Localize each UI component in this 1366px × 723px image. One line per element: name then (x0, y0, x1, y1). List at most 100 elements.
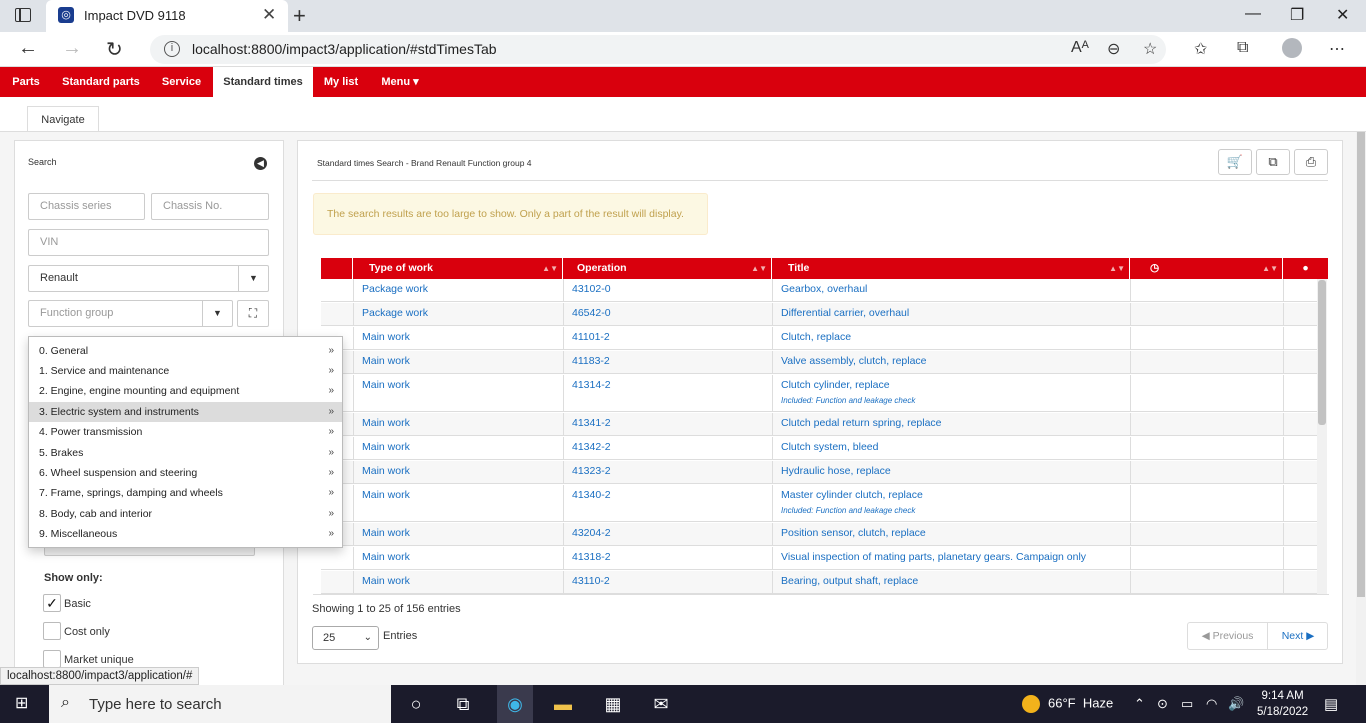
type-cell[interactable]: Package work (353, 279, 563, 301)
title-cell[interactable]: Differential carrier, overhaul (772, 303, 1130, 325)
checkbox-cost-only[interactable] (43, 622, 61, 640)
dropdown-item[interactable]: 5. Brakes » (29, 443, 342, 463)
file-explorer-icon[interactable]: ▬ (547, 694, 579, 715)
add-favorite-icon[interactable]: ☆ (1143, 39, 1157, 59)
weather-widget[interactable]: 66°F Haze (1022, 695, 1113, 713)
type-cell[interactable]: Main work (353, 571, 563, 593)
meet-now-icon[interactable]: ⊙ (1157, 696, 1168, 712)
table-row[interactable]: Main work 41314-2 Clutch cylinder, replace… (321, 375, 1318, 412)
chassis-series-input[interactable]: Chassis series (28, 193, 145, 220)
dropdown-item-highlighted[interactable]: 3. Electric system and instruments » (29, 402, 342, 422)
tab-actions-icon[interactable] (15, 8, 31, 22)
chevron-up-icon[interactable]: ⌃ (1134, 696, 1145, 712)
maximize-icon[interactable]: ❐ (1290, 5, 1304, 25)
operation-cell[interactable]: 41101-2 (563, 327, 772, 349)
title-cell[interactable]: Hydraulic hose, replace (772, 461, 1130, 483)
page-length-select[interactable]: 25 ⌄ (312, 626, 379, 650)
operation-cell[interactable]: 46542-0 (563, 303, 772, 325)
chassis-no-input[interactable]: Chassis No. (151, 193, 269, 220)
type-cell[interactable]: Main work (353, 523, 563, 545)
table-row[interactable]: Main work 41340-2 Master cylinder clutch, … (321, 485, 1318, 522)
type-cell[interactable]: Main work (353, 413, 563, 435)
table-row[interactable]: Main work 43204-2 Position sensor, clutch,… (321, 523, 1318, 546)
profile-avatar[interactable] (1282, 38, 1302, 58)
window-close-icon[interactable]: ✕ (1336, 5, 1349, 25)
copy-icon[interactable]: ⧉ (1256, 149, 1290, 175)
checkbox-market-unique[interactable] (43, 650, 61, 668)
type-cell[interactable]: Main work (353, 485, 563, 521)
title-cell[interactable]: Clutch cylinder, replace Included: Functi… (772, 375, 1130, 411)
table-row[interactable]: Main work 41183-2 Valve assembly, clutch, … (321, 351, 1318, 374)
operation-cell[interactable]: 41323-2 (563, 461, 772, 483)
tab-navigate[interactable]: Navigate (27, 106, 99, 132)
cortana-icon[interactable]: ○ (400, 694, 432, 715)
collections-icon[interactable]: ⧉ (1237, 39, 1248, 57)
zoom-icon[interactable]: ⊖ (1107, 39, 1120, 59)
dropdown-item[interactable]: 7. Frame, springs, damping and wheels » (29, 483, 342, 503)
type-cell[interactable]: Main work (353, 437, 563, 459)
caret-down-icon[interactable]: ▼ (238, 266, 268, 291)
back-icon[interactable]: ← (18, 37, 38, 60)
info-icon[interactable]: i (164, 41, 180, 57)
title-cell[interactable]: Bearing, output shaft, replace (772, 571, 1130, 593)
table-row[interactable]: Package work 43102-0 Gearbox, overhaul (321, 279, 1318, 302)
table-row[interactable]: Main work 41323-2 Hydraulic hose, replace (321, 461, 1318, 484)
vin-input[interactable]: VIN (28, 229, 269, 256)
nav-standard-times[interactable]: Standard times (213, 67, 313, 97)
dropdown-item[interactable]: 4. Power transmission » (29, 422, 342, 442)
operation-cell[interactable]: 43110-2 (563, 571, 772, 593)
previous-button[interactable]: ◀ Previous (1188, 623, 1268, 649)
nav-service[interactable]: Service (150, 67, 213, 97)
volume-icon[interactable]: 🔊 (1228, 696, 1244, 712)
operation-cell[interactable]: 43204-2 (563, 523, 772, 545)
type-cell[interactable]: Main work (353, 351, 563, 373)
new-tab-icon[interactable]: + (293, 3, 306, 29)
read-aloud-icon[interactable]: Aᴬ (1071, 39, 1089, 57)
title-cell[interactable]: Position sensor, clutch, replace (772, 523, 1130, 545)
task-view-icon[interactable]: ⧉ (447, 694, 479, 715)
collapse-icon[interactable]: ◀ (254, 157, 267, 170)
dropdown-item[interactable]: 8. Body, cab and interior » (29, 504, 342, 524)
notification-icon[interactable]: ▤ (1324, 695, 1338, 713)
type-cell[interactable]: Main work (353, 547, 563, 569)
function-group-select[interactable]: Function group ▼ (28, 300, 233, 327)
more-menu-icon[interactable]: ⋯ (1329, 39, 1345, 59)
operation-cell[interactable]: 41314-2 (563, 375, 772, 411)
url-input[interactable]: i localhost:8800/impact3/application/#st… (150, 35, 1166, 64)
browser-tab[interactable]: ◎ Impact DVD 9118 ✕ (46, 0, 288, 32)
column-header-operation[interactable]: Operation ▲▼ (562, 258, 771, 279)
caret-down-icon[interactable]: ▼ (202, 301, 232, 326)
title-cell[interactable]: Gearbox, overhaul (772, 279, 1130, 301)
type-cell[interactable]: Main work (353, 327, 563, 349)
column-header-title[interactable]: Title ▲▼ (771, 258, 1129, 279)
type-cell[interactable]: Main work (353, 375, 563, 411)
edge-icon[interactable]: ◉ (497, 685, 533, 723)
tree-view-icon[interactable]: ⛶ (237, 300, 269, 327)
battery-icon[interactable]: ▭ (1181, 696, 1193, 712)
type-cell[interactable]: Main work (353, 461, 563, 483)
dropdown-item[interactable]: 1. Service and maintenance » (29, 361, 342, 381)
table-row[interactable]: Main work 41101-2 Clutch, replace (321, 327, 1318, 350)
type-cell[interactable]: Package work (353, 303, 563, 325)
windows-start-icon[interactable]: ⊞ (15, 695, 32, 712)
operation-cell[interactable]: 41340-2 (563, 485, 772, 521)
minimize-icon[interactable]: — (1245, 5, 1261, 23)
table-row[interactable]: Package work 46542-0 Differential carrier,… (321, 303, 1318, 326)
dropdown-item[interactable]: 0. General » (29, 341, 342, 361)
nav-menu[interactable]: Menu ▾ (369, 67, 431, 97)
column-header-time[interactable]: ◷ ▲▼ (1129, 258, 1282, 279)
table-row[interactable]: Main work 41342-2 Clutch system, bleed (321, 437, 1318, 460)
operation-cell[interactable]: 41318-2 (563, 547, 772, 569)
wifi-icon[interactable]: ◠ (1206, 696, 1217, 712)
mail-icon[interactable]: ✉ (645, 694, 677, 715)
nav-parts[interactable]: Parts (0, 67, 52, 97)
next-button[interactable]: Next ▶ (1268, 623, 1328, 649)
taskbar-search[interactable]: ⌕ Type here to search (49, 685, 391, 723)
nav-my-list[interactable]: My list (313, 67, 369, 97)
title-cell[interactable]: Clutch system, bleed (772, 437, 1130, 459)
table-row[interactable]: Main work 41318-2 Visual inspection of mat… (321, 547, 1318, 570)
clock[interactable]: 9:14 AM 5/18/2022 (1257, 688, 1308, 720)
title-cell[interactable]: Clutch pedal return spring, replace (772, 413, 1130, 435)
table-row[interactable]: Main work 43110-2 Bearing, output shaft, r… (321, 571, 1318, 594)
dropdown-item[interactable]: 2. Engine, engine mounting and equipment… (29, 381, 342, 401)
